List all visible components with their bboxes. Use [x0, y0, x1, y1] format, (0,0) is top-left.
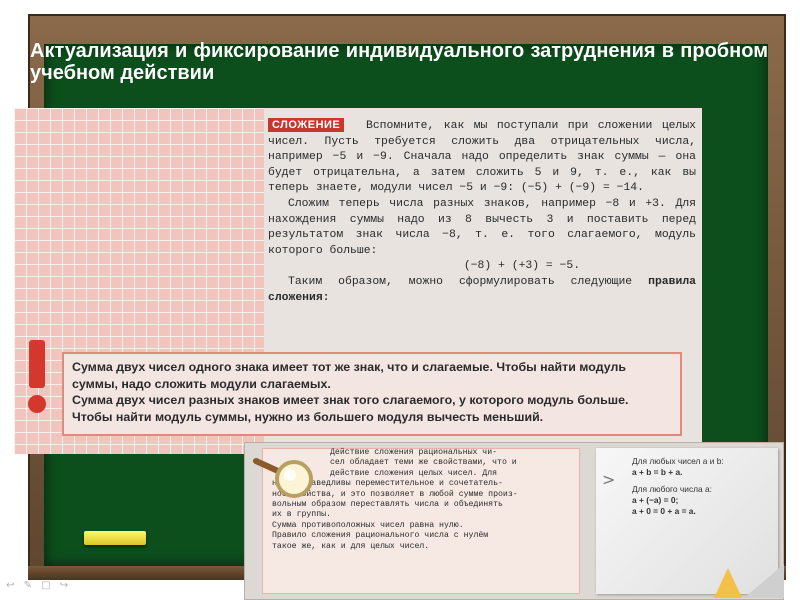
paragraph: Сложим теперь числа разных знаков, напри…	[268, 197, 696, 257]
properties-text: Действие сложения рациональных чи- сел о…	[272, 448, 576, 552]
text-line: сел обладает теми же свойствами, что и	[330, 458, 517, 468]
text-line: вольным образом переставлять числа и объ…	[272, 500, 503, 510]
text-line: Действие сложения рациональных чи-	[330, 448, 498, 457]
rule-text: Сумма двух чисел разных знаков имеет зна…	[72, 393, 629, 424]
exclamation-icon	[28, 340, 46, 413]
paragraph: Вспомните, как мы поступали при сложении…	[268, 120, 696, 195]
text-line: Сумма противоположных чисел равна нулю.	[272, 520, 464, 530]
slide-nav: ↩ ✎ □ ↪	[6, 580, 86, 596]
chevron-right-icon: >	[602, 470, 616, 489]
magnifier-icon	[253, 458, 313, 498]
text-line: него справедливы переместительное и соче…	[272, 479, 503, 489]
note-formula: a + (−a) = 0;	[632, 495, 679, 505]
page-curl-decoration	[714, 564, 784, 598]
note-line: Для любого числа a:	[632, 484, 712, 494]
note-line: Для любых чисел a и b:	[632, 456, 724, 466]
text-line: такое же, как и для целых чисел.	[272, 541, 430, 551]
chalk-piece	[84, 531, 146, 545]
menu-icon[interactable]: □	[41, 580, 50, 591]
formula: (−8) + (+3) = −5.	[463, 260, 581, 273]
note-formula: a + 0 = 0 + a = a.	[632, 506, 696, 516]
slide-title: Актуализация и фиксирование индивидуальн…	[30, 40, 768, 84]
forward-arrow-icon[interactable]: ↪	[60, 580, 68, 591]
text-line: их в группы.	[272, 510, 331, 520]
conclusion: Таким образом, можно сформулировать след…	[268, 275, 696, 306]
back-arrow-icon[interactable]: ↩	[6, 580, 14, 591]
conclusion-lead: Таким образом, можно сформулировать след…	[288, 275, 633, 288]
note-formula: a + b = b + a.	[632, 467, 683, 477]
text-line: действие сложения целых чисел. Для	[330, 468, 498, 478]
rule-text: Сумма двух чисел одного знака имеет тот …	[72, 360, 626, 391]
pen-icon[interactable]: ✎	[24, 580, 32, 591]
note-text: Для любых чисел a и b: a + b = b + a. Дл…	[632, 456, 772, 517]
rules-box: Сумма двух чисел одного знака имеет тот …	[62, 352, 682, 436]
text-line: Правило сложения рационального числа с н…	[272, 531, 489, 541]
textbook-main-text: Вспомните, как мы поступали при сложении…	[268, 119, 696, 306]
text-line: ное свойства, и это позволяет в любой су…	[272, 489, 518, 499]
